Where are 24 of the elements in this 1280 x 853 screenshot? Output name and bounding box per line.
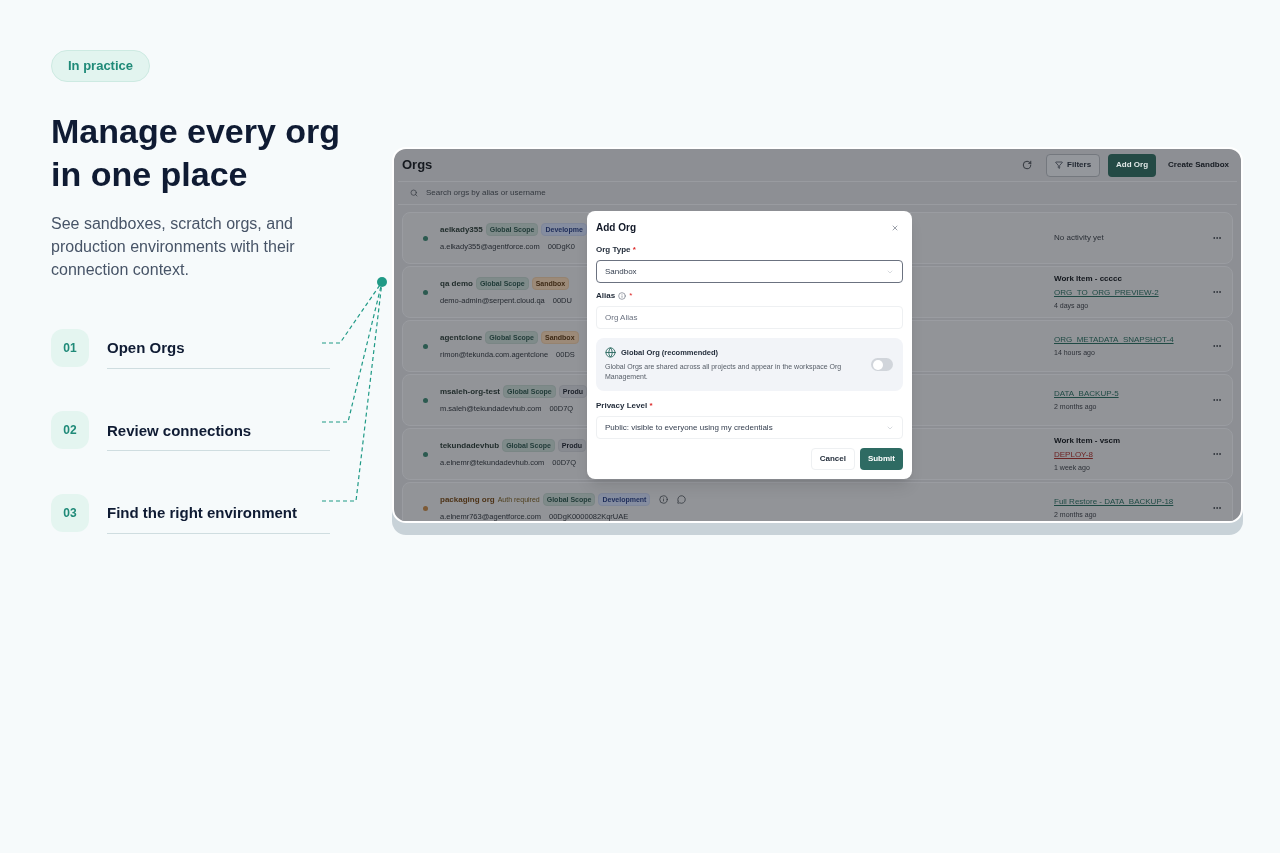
- org-name: agentclone: [440, 331, 483, 344]
- org-name: packaging org: [440, 493, 495, 506]
- step-number: 02: [51, 411, 89, 450]
- section-badge: In practice: [51, 50, 151, 82]
- org-name: msaleh-org-test: [440, 385, 500, 398]
- step-label: Review connections: [107, 409, 330, 451]
- step-number: 03: [51, 493, 89, 532]
- step-label: Find the right environment: [107, 492, 330, 534]
- org-name: aelkady355: [440, 223, 483, 236]
- org-name: qa demo: [440, 277, 473, 290]
- field-label: Alias: [596, 290, 616, 302]
- required-mark: *: [629, 290, 633, 302]
- step-label: Open Orgs: [107, 327, 330, 369]
- field-label: Privacy Level *: [596, 400, 654, 413]
- activity-title: Work Item - ccccc: [1054, 272, 1123, 285]
- activity-title: Work Item - vscm: [1054, 434, 1122, 447]
- field-label: Org Type *: [596, 244, 637, 256]
- app-title: Orgs: [402, 156, 433, 175]
- page-heading: Manage every org in one place: [51, 111, 341, 195]
- intro-text: See sandboxes, scratch orgs, and production environments with their connection context.: [51, 214, 296, 280]
- dialog-title: Add Org: [596, 221, 636, 235]
- step-number: 01: [51, 328, 89, 367]
- activity-note: No activity yet: [1054, 232, 1105, 244]
- org-name: tekundadevhub: [440, 439, 500, 452]
